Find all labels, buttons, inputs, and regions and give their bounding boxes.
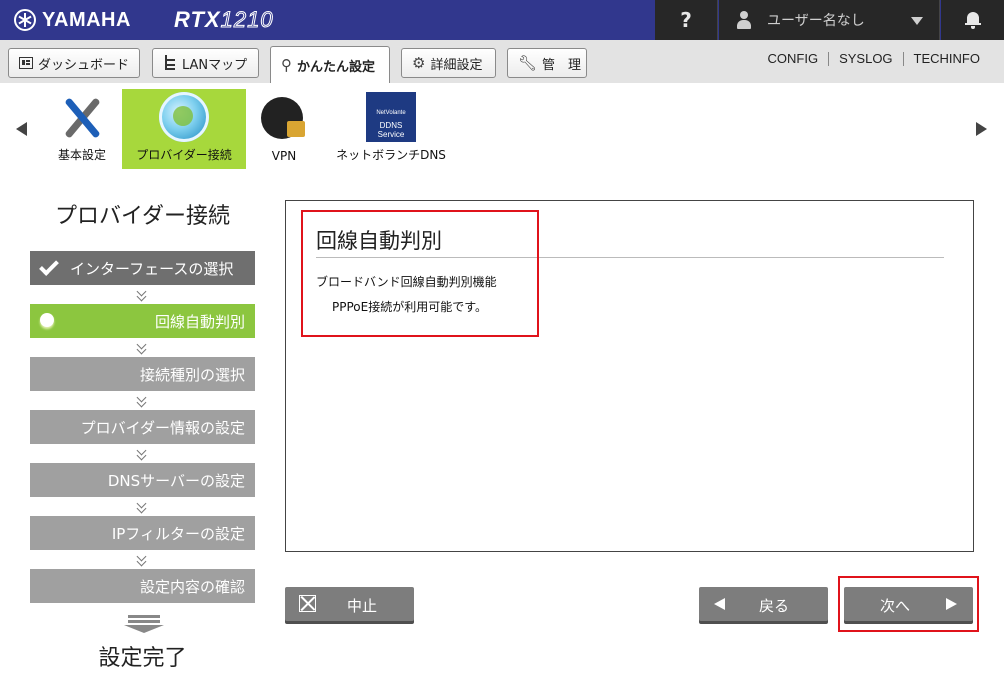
chevron-down-icon [911, 17, 923, 25]
user-icon [737, 11, 751, 29]
lan-map-icon [163, 55, 177, 71]
step-label: 接続種別の選択 [139, 365, 245, 384]
wrench-icon: 🔧︎ [518, 54, 538, 72]
tab-label: かんたん設定 [297, 59, 376, 75]
wizard-label: ネットボランチDNS [336, 148, 446, 162]
wizard-strip: 基本設定 プロバイダー接続 VPN NetVolante DDNS Servic… [0, 83, 1004, 176]
back-button[interactable]: 戻る [699, 587, 828, 621]
user-name: ユーザー名なし [767, 13, 865, 29]
step-label: インターフェースの選択 [70, 259, 234, 278]
step-line-auto-detect: 回線自動判別 [30, 304, 255, 338]
ddns-badge-brand: NetVolante [376, 110, 406, 116]
yamaha-tuning-fork-icon [14, 9, 36, 31]
tab-easy-setup[interactable]: ⚲ かんたん設定 [270, 46, 390, 83]
content-panel: 回線自動判別 ブロードバンド回線自動判別機能 PPPoE接続が利用可能です。 [285, 200, 974, 552]
wand-icon: ⚲ [281, 56, 292, 74]
scroll-right-arrow-icon[interactable] [976, 122, 987, 136]
dashboard-icon [19, 57, 33, 69]
tab-label: ダッシュボード [38, 57, 130, 73]
step-interface-selection: インターフェースの選択 [30, 251, 255, 285]
vpn-icon [259, 95, 309, 145]
help-button[interactable]: ? [655, 0, 718, 40]
step-confirm-settings: 設定内容の確認 [30, 569, 255, 603]
gear-icon: ⚙ [412, 54, 426, 72]
globe-icon [159, 92, 209, 142]
checkmark-icon [39, 256, 59, 276]
double-chevron-down-icon [137, 395, 147, 407]
tab-management[interactable]: 🔧︎ 管 理 [507, 48, 587, 78]
setup-complete-label: 設定完了 [98, 646, 187, 671]
cancel-button[interactable]: 中止 [285, 587, 414, 621]
tools-icon [57, 92, 107, 142]
current-step-dot-icon [40, 313, 54, 327]
wizard-label: VPN [271, 149, 297, 163]
double-chevron-down-icon [137, 448, 147, 460]
wizard-item-netvolante-dns[interactable]: NetVolante DDNS Service ネットボランチDNS [328, 89, 454, 169]
scroll-left-arrow-icon[interactable] [16, 122, 27, 136]
model-name: RTX1210 [174, 7, 274, 33]
step-label: 設定内容の確認 [139, 577, 245, 596]
model-series: RTX [174, 7, 221, 32]
yamaha-logo: YAMAHA [14, 8, 131, 32]
cancel-label: 中止 [347, 597, 378, 615]
double-chevron-down-icon [137, 554, 147, 566]
step-dns-server: DNSサーバーの設定 [30, 463, 255, 497]
top-header: YAMAHA RTX1210 ? ユーザー名なし [0, 0, 1004, 40]
double-chevron-down-icon [137, 289, 147, 301]
model-number: 1210 [220, 7, 274, 33]
notifications-button[interactable] [941, 0, 1004, 40]
wizard-item-provider-connection[interactable]: プロバイダー接続 [122, 89, 246, 169]
step-provider-info: プロバイダー情報の設定 [30, 410, 255, 444]
syslog-link[interactable]: SYSLOG [828, 52, 902, 66]
user-menu[interactable]: ユーザー名なし [719, 0, 940, 40]
highlight-box-result [301, 210, 539, 337]
techinfo-link[interactable]: TECHINFO [902, 52, 990, 66]
tab-dashboard[interactable]: ダッシュボード [8, 48, 140, 78]
tab-label: LANマップ [182, 57, 248, 73]
double-chevron-down-icon [137, 501, 147, 513]
triangle-left-icon [714, 598, 725, 610]
bell-icon [964, 11, 981, 29]
step-label: プロバイダー情報の設定 [80, 418, 245, 437]
wizard-item-vpn[interactable]: VPN [258, 89, 310, 169]
step-ip-filter: IPフィルターの設定 [30, 516, 255, 550]
wizard-item-basic-settings[interactable]: 基本設定 [50, 89, 114, 169]
ddns-icon: NetVolante DDNS Service [366, 92, 416, 142]
steps-title: プロバイダー接続 [54, 204, 231, 229]
tab-lan-map[interactable]: LANマップ [152, 48, 259, 78]
close-box-icon [299, 595, 316, 612]
brand-name: YAMAHA [42, 8, 131, 31]
tab-advanced-settings[interactable]: ⚙ 詳細設定 [401, 48, 496, 78]
tab-label: 管 理 [542, 57, 582, 73]
step-label: DNSサーバーの設定 [107, 471, 245, 490]
config-link[interactable]: CONFIG [758, 52, 829, 66]
step-label: IPフィルターの設定 [111, 524, 245, 543]
ddns-badge-line2: Service [377, 130, 405, 139]
step-connection-type: 接続種別の選択 [30, 357, 255, 391]
highlight-box-next [838, 576, 979, 632]
double-chevron-down-icon [137, 342, 147, 354]
wizard-label: 基本設定 [57, 148, 106, 162]
down-arrow-icon [124, 615, 164, 633]
ddns-badge-line1: DDNS [379, 121, 403, 130]
main-tab-bar: ダッシュボード LANマップ ⚲ かんたん設定 ⚙ 詳細設定 🔧︎ 管 理 CO… [0, 40, 1004, 83]
back-label: 戻る [759, 597, 790, 615]
tab-label: 詳細設定 [430, 57, 483, 73]
wizard-label: プロバイダー接続 [136, 148, 232, 162]
top-links: CONFIG SYSLOG TECHINFO [758, 52, 990, 66]
help-icon: ? [680, 8, 692, 32]
step-label: 回線自動判別 [154, 312, 245, 331]
